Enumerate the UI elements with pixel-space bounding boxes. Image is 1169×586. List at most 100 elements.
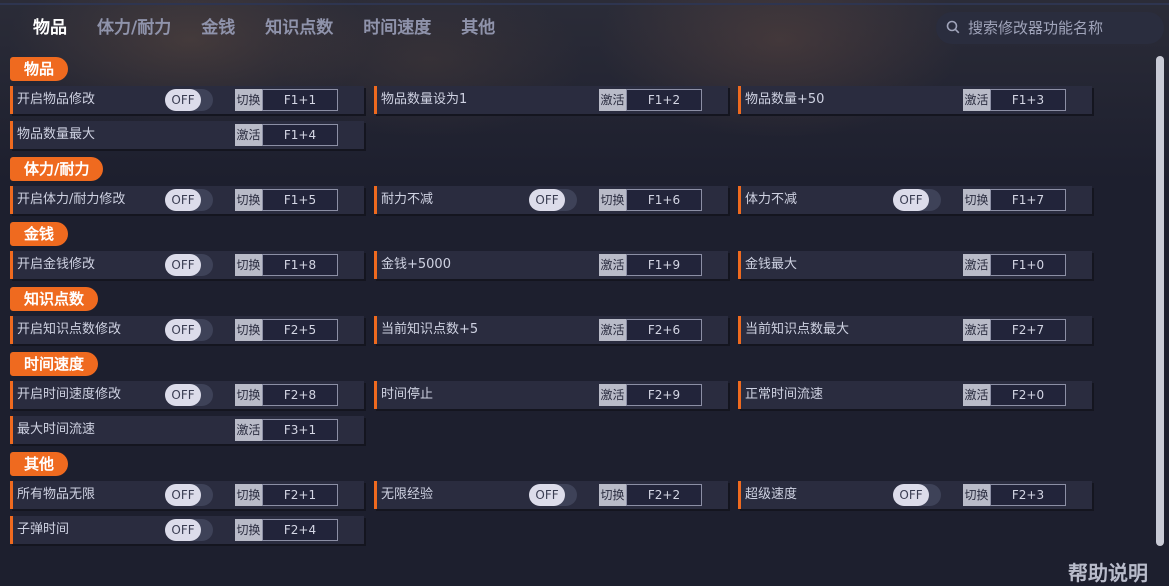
cheat-toggle[interactable]: OFF	[165, 319, 213, 341]
scrollbar[interactable]	[1156, 56, 1164, 546]
cheat-toggle[interactable]: OFF	[529, 189, 577, 211]
cheat-label: 金钱+5000	[381, 257, 451, 272]
cheat-row: 开启金钱修改 OFF 切换 F1+8	[10, 251, 364, 279]
hotkey-field[interactable]: F1+3	[990, 89, 1066, 111]
hotkey-field[interactable]: F3+1	[262, 419, 338, 441]
section-header-knowledge-points: 知识点数	[10, 287, 99, 311]
hotkey-mode-badge: 激活	[963, 89, 990, 111]
hotkey-mode-badge: 激活	[599, 319, 626, 341]
cheat-toggle[interactable]: OFF	[165, 189, 213, 211]
hotkey-field[interactable]: F2+3	[990, 484, 1066, 506]
hotkey-mode-badge: 激活	[235, 419, 262, 441]
hotkey-field[interactable]: F1+2	[626, 89, 702, 111]
hotkey-mode-badge: 切换	[235, 519, 262, 541]
hotkey-mode-badge: 激活	[599, 254, 626, 276]
cheat-row: 当前知识点数最大 激活 F2+7	[738, 316, 1092, 344]
cheat-toggle[interactable]: OFF	[529, 484, 577, 506]
tab-other[interactable]: 其他	[446, 14, 510, 42]
top-divider	[0, 3, 1169, 5]
cheat-label: 最大时间流速	[17, 422, 96, 437]
cheat-row: 正常时间流速 激活 F2+0	[738, 381, 1092, 409]
cheat-label: 超级速度	[745, 487, 798, 502]
section-header-money: 金钱	[10, 222, 69, 246]
cheat-label: 开启金钱修改	[17, 257, 96, 272]
hotkey-mode-badge: 激活	[963, 254, 990, 276]
hotkey-mode-badge: 切换	[235, 254, 262, 276]
hotkey-field[interactable]: F1+7	[990, 189, 1066, 211]
toggle-off-label: OFF	[893, 484, 929, 506]
cheat-row: 物品数量+50 激活 F1+3	[738, 86, 1092, 114]
cheat-label: 开启体力/耐力修改	[17, 192, 126, 207]
cheat-toggle[interactable]: OFF	[165, 384, 213, 406]
cheat-label: 所有物品无限	[17, 487, 96, 502]
cheat-label: 开启时间速度修改	[17, 387, 122, 402]
hotkey-field[interactable]: F1+4	[262, 124, 338, 146]
hotkey-field[interactable]: F2+0	[990, 384, 1066, 406]
toggle-off-label: OFF	[165, 319, 201, 341]
tab-stamina[interactable]: 体力/耐力	[82, 14, 186, 42]
hotkey-field[interactable]: F2+4	[262, 519, 338, 541]
toggle-off-label: OFF	[165, 484, 201, 506]
toggle-off-label: OFF	[893, 189, 929, 211]
search-input[interactable]	[966, 18, 1160, 38]
hotkey-mode-badge: 切换	[963, 484, 990, 506]
cheat-row: 最大时间流速 激活 F3+1	[10, 416, 364, 444]
hotkey-mode-badge: 激活	[235, 124, 262, 146]
toggle-off-label: OFF	[165, 519, 201, 541]
search-box[interactable]	[936, 12, 1164, 44]
hotkey-field[interactable]: F1+1	[262, 89, 338, 111]
tab-knowledge-points[interactable]: 知识点数	[250, 14, 348, 42]
cheat-row: 当前知识点数+5 激活 F2+6	[374, 316, 728, 344]
tab-money[interactable]: 金钱	[186, 14, 250, 42]
hotkey-field[interactable]: F2+2	[626, 484, 702, 506]
hotkey-field[interactable]: F1+5	[262, 189, 338, 211]
toggle-off-label: OFF	[165, 89, 201, 111]
toggle-off-label: OFF	[529, 189, 565, 211]
hotkey-mode-badge: 切换	[235, 189, 262, 211]
hotkey-field[interactable]: F1+0	[990, 254, 1066, 276]
cheat-row: 耐力不减 OFF 切换 F1+6	[374, 186, 728, 214]
cheat-toggle[interactable]: OFF	[165, 254, 213, 276]
cheat-label: 物品数量+50	[745, 92, 825, 107]
hotkey-field[interactable]: F1+9	[626, 254, 702, 276]
section-header-items: 物品	[10, 57, 69, 81]
hotkey-field[interactable]: F2+8	[262, 384, 338, 406]
hotkey-mode-badge: 切换	[963, 189, 990, 211]
hotkey-mode-badge: 切换	[599, 189, 626, 211]
hotkey-mode-badge: 激活	[599, 384, 626, 406]
cheat-row: 物品数量设为1 激活 F1+2	[374, 86, 728, 114]
hotkey-field[interactable]: F1+8	[262, 254, 338, 276]
cheat-toggle[interactable]: OFF	[893, 484, 941, 506]
hotkey-field[interactable]: F2+1	[262, 484, 338, 506]
toggle-off-label: OFF	[165, 254, 201, 276]
hotkey-field[interactable]: F2+9	[626, 384, 702, 406]
search-icon	[946, 19, 960, 38]
hotkey-mode-badge: 切换	[599, 484, 626, 506]
cheat-row: 开启物品修改 OFF 切换 F1+1	[10, 86, 364, 114]
cheat-label: 子弹时间	[17, 522, 70, 537]
cheat-row: 子弹时间 OFF 切换 F2+4	[10, 516, 364, 544]
toggle-off-label: OFF	[165, 189, 201, 211]
hotkey-field[interactable]: F1+6	[626, 189, 702, 211]
cheat-toggle[interactable]: OFF	[165, 519, 213, 541]
section-header-other: 其他	[10, 452, 69, 476]
cheat-label: 开启物品修改	[17, 92, 96, 107]
category-tabs: 物品 体力/耐力 金钱 知识点数 时间速度 其他	[18, 14, 510, 42]
hotkey-field[interactable]: F2+6	[626, 319, 702, 341]
hotkey-field[interactable]: F2+5	[262, 319, 338, 341]
cheat-toggle[interactable]: OFF	[165, 484, 213, 506]
cheat-toggle[interactable]: OFF	[165, 89, 213, 111]
cheat-row: 开启时间速度修改 OFF 切换 F2+8	[10, 381, 364, 409]
hotkey-mode-badge: 切换	[235, 384, 262, 406]
tab-items[interactable]: 物品	[18, 14, 82, 42]
cheat-label: 体力不减	[745, 192, 798, 207]
cheat-label: 当前知识点数最大	[745, 322, 850, 337]
cheat-label: 当前知识点数+5	[381, 322, 479, 337]
cheat-label: 物品数量最大	[17, 127, 96, 142]
cheat-toggle[interactable]: OFF	[893, 189, 941, 211]
hotkey-mode-badge: 激活	[599, 89, 626, 111]
hotkey-field[interactable]: F2+7	[990, 319, 1066, 341]
cheat-label: 正常时间流速	[745, 387, 824, 402]
tab-time-speed[interactable]: 时间速度	[348, 14, 446, 42]
help-button[interactable]: 帮助说明	[1068, 557, 1148, 586]
